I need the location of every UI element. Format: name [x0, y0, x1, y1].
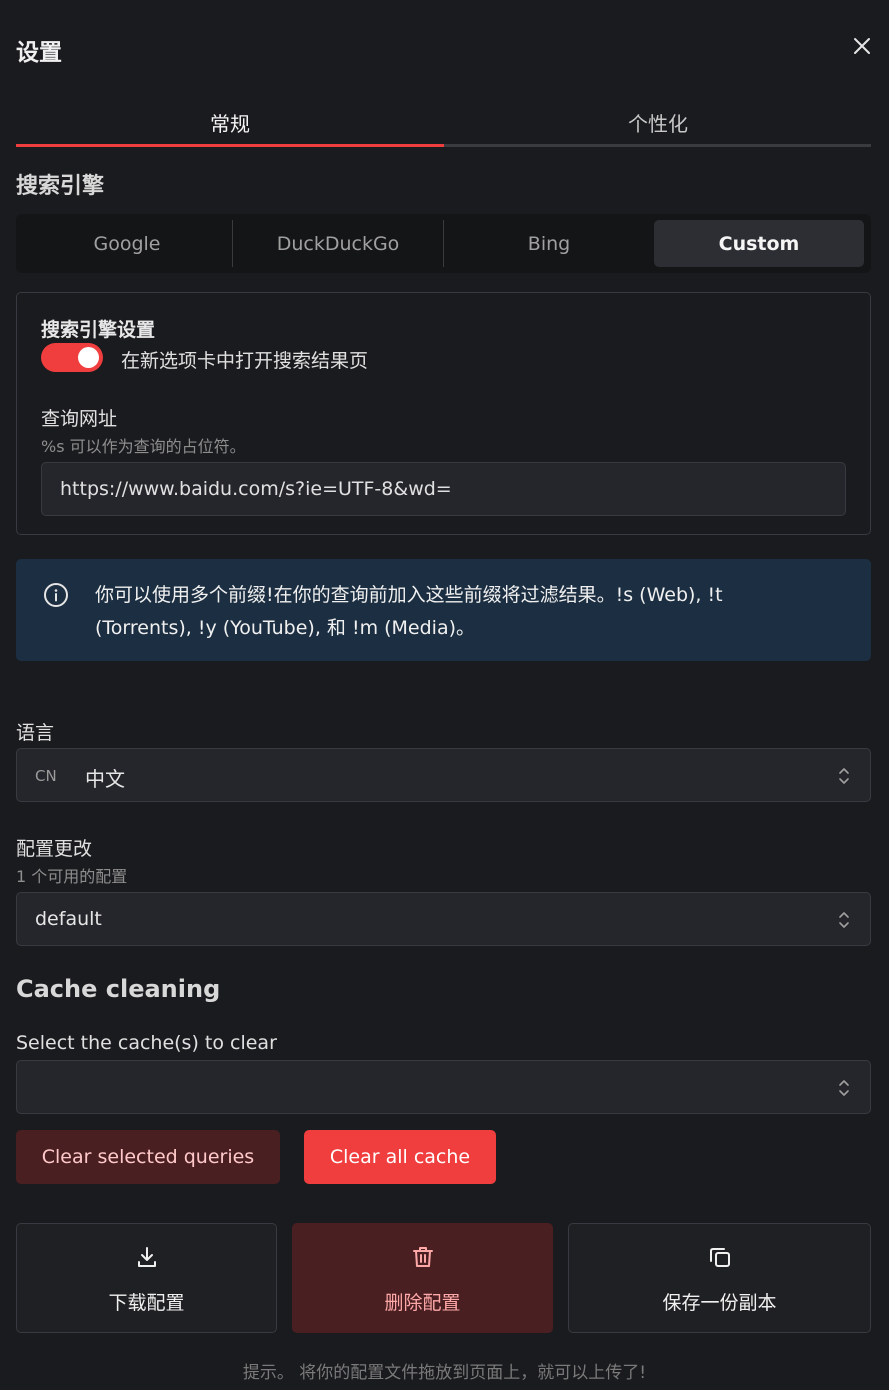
- cache-cleaning-heading: Cache cleaning: [16, 975, 221, 1003]
- download-icon: [137, 1247, 156, 1267]
- language-select[interactable]: CN 中文: [16, 748, 871, 802]
- chevron-up-down-icon: [839, 1080, 849, 1096]
- cache-select[interactable]: [16, 1060, 871, 1114]
- trash-icon: [412, 1247, 433, 1267]
- toggle-knob: [78, 347, 99, 368]
- config-select[interactable]: default: [16, 892, 871, 946]
- chevron-up-down-icon: [839, 912, 849, 928]
- save-copy-button[interactable]: 保存一份副本: [568, 1223, 871, 1333]
- query-url-label: 查询网址: [41, 408, 118, 430]
- clear-all-cache-button[interactable]: Clear all cache: [304, 1130, 496, 1184]
- config-value: default: [35, 908, 102, 930]
- chevron-up-down-icon: [839, 768, 849, 784]
- close-button[interactable]: [850, 34, 874, 58]
- tab-general[interactable]: 常规: [16, 108, 444, 146]
- delete-config-label: 删除配置: [384, 1292, 461, 1314]
- delete-config-button[interactable]: 删除配置: [292, 1223, 553, 1333]
- config-description: 1 个可用的配置: [16, 867, 128, 886]
- save-copy-label: 保存一份副本: [662, 1292, 777, 1314]
- tab-underline-active: [16, 144, 444, 147]
- copy-icon: [709, 1248, 730, 1267]
- download-config-label: 下载配置: [108, 1292, 185, 1314]
- query-url-input[interactable]: [41, 462, 846, 516]
- page-title: 设置: [16, 40, 62, 66]
- engine-option-custom[interactable]: Custom: [654, 220, 864, 267]
- close-icon: [854, 38, 870, 54]
- info-alert-text: 你可以使用多个前缀!在你的查询前加入这些前缀将过滤结果。!s (Web), !t…: [95, 584, 723, 639]
- engine-option-bing[interactable]: Bing: [444, 220, 654, 267]
- query-url-description: %s 可以作为查询的占位符。: [41, 437, 246, 456]
- info-icon: [43, 582, 69, 608]
- new-tab-toggle-label: 在新选项卡中打开搜索结果页: [121, 350, 369, 372]
- clear-selected-queries-button[interactable]: Clear selected queries: [16, 1130, 280, 1184]
- language-code: CN: [35, 767, 57, 785]
- language-label: 语言: [16, 722, 55, 744]
- config-label: 配置更改: [16, 838, 93, 860]
- search-engine-heading: 搜索引擎: [16, 174, 105, 199]
- download-config-button[interactable]: 下载配置: [16, 1223, 277, 1333]
- engine-option-google[interactable]: Google: [22, 220, 232, 267]
- engine-settings-title: 搜索引擎设置: [41, 319, 156, 341]
- language-value: 中文: [85, 767, 125, 791]
- engine-option-duckduckgo[interactable]: DuckDuckGo: [233, 220, 443, 267]
- tab-personalization[interactable]: 个性化: [444, 108, 872, 146]
- upload-hint: 提示。 将你的配置文件拖放到页面上，就可以上传了!: [242, 1363, 647, 1383]
- new-tab-toggle[interactable]: [41, 343, 103, 372]
- cache-select-label: Select the cache(s) to clear: [16, 1032, 277, 1054]
